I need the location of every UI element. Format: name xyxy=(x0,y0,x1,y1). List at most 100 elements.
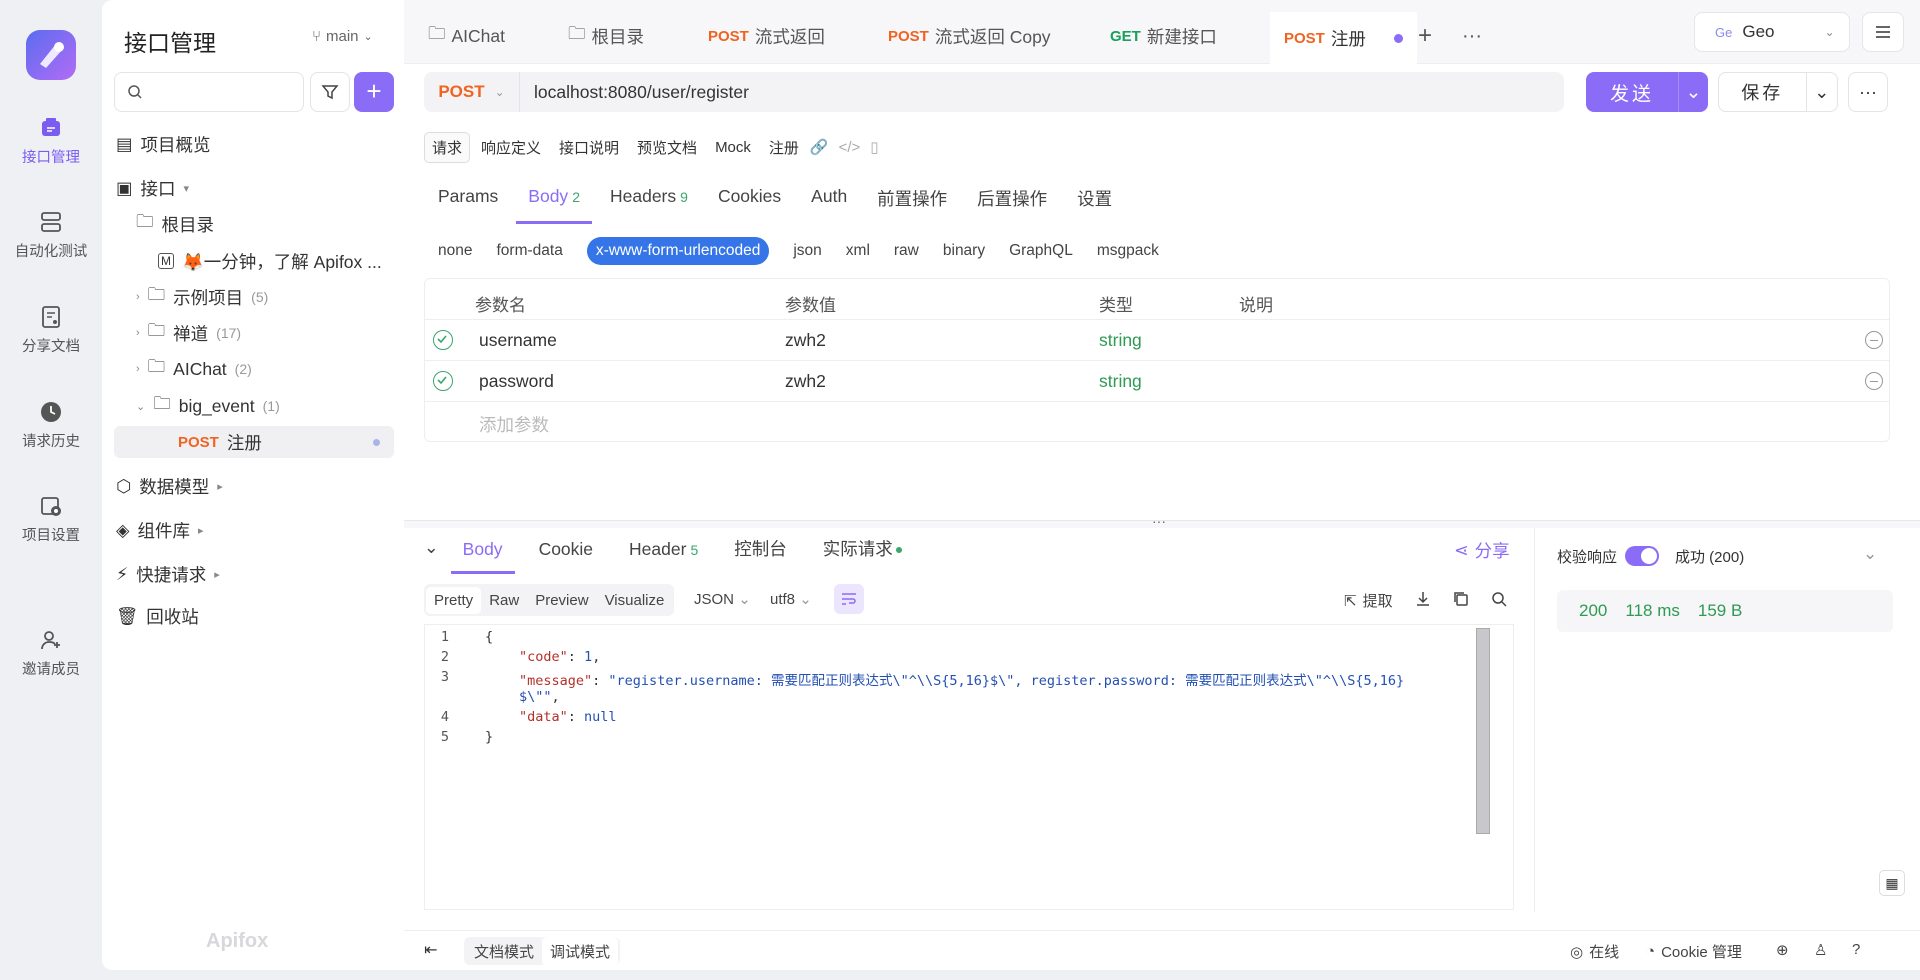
tab-settings[interactable]: 设置 xyxy=(1077,186,1112,222)
resp-tab-header[interactable]: Header 5 xyxy=(629,536,698,574)
method-select[interactable]: POST ⌄ xyxy=(424,72,520,112)
environment-select[interactable]: Ge Geo ⌄ xyxy=(1694,12,1850,52)
tab-params[interactable]: Params xyxy=(438,186,498,222)
branch-selector[interactable]: ⑂ main ⌄ xyxy=(312,28,373,45)
response-body-editor[interactable]: 1 2 3 4 5 { "code": 1, "message": "regis… xyxy=(424,624,1514,910)
tab-stream[interactable]: POST 流式返回 xyxy=(708,16,825,56)
wrap-lines-button[interactable] xyxy=(834,584,864,614)
link-icon[interactable]: 🔗 xyxy=(810,138,829,156)
tree-item-root[interactable]: 🗀 根目录 xyxy=(136,208,214,240)
extract-button[interactable]: ⇱ 提取 xyxy=(1344,590,1393,611)
filter-button[interactable] xyxy=(310,72,350,112)
panel-divider[interactable]: ··· xyxy=(404,513,1920,529)
send-dropdown[interactable]: ⌄ xyxy=(1678,72,1708,112)
tree-folder[interactable]: › 🗀 示例项目 (5) xyxy=(136,281,268,313)
body-type-urlencoded[interactable]: x-www-form-urlencoded xyxy=(586,237,770,265)
tab-headers[interactable]: Headers 9 xyxy=(610,186,688,222)
remove-row-icon[interactable] xyxy=(1865,372,1883,390)
body-type-msgpack[interactable]: msgpack xyxy=(1097,242,1159,260)
add-button[interactable]: + xyxy=(354,72,394,112)
shirt-icon[interactable]: ♙ xyxy=(1814,941,1827,959)
tab-pre-ops[interactable]: 前置操作 xyxy=(877,186,947,222)
tab-cookies[interactable]: Cookies xyxy=(718,186,781,222)
code-icon[interactable]: </> xyxy=(839,139,861,156)
encoding-select[interactable]: utf8 ⌄ xyxy=(770,590,812,608)
success-label[interactable]: 成功 (200) xyxy=(1675,546,1744,567)
tree-item-quick-request[interactable]: ⚡ 快捷请求 ▸ xyxy=(116,558,220,590)
resp-tab-body[interactable]: Body xyxy=(450,536,515,574)
tree-item-overview[interactable]: ▤ 项目概览 xyxy=(116,128,211,160)
rail-item-settings[interactable]: 项目设置 xyxy=(0,494,102,545)
url-input[interactable]: localhost:8080/user/register xyxy=(520,82,749,103)
help-icon[interactable]: ? xyxy=(1852,941,1860,958)
rail-item-history[interactable]: 请求历史 xyxy=(0,400,102,451)
mode-doc[interactable]: 文档模式 xyxy=(466,937,542,966)
chevron-down-icon[interactable]: ⌄ xyxy=(1863,544,1877,564)
panel-icon[interactable]: ▯ xyxy=(870,138,878,156)
share-button[interactable]: ⋖ 分享 xyxy=(1454,538,1510,563)
add-param-input[interactable]: 添加参数 xyxy=(479,412,549,437)
subtab-mock[interactable]: Mock xyxy=(708,135,758,160)
subtab-response-def[interactable]: 响应定义 xyxy=(474,133,548,162)
rail-item-share-doc[interactable]: 分享文档 xyxy=(0,305,102,356)
tree-item-components[interactable]: ◈ 组件库 ▸ xyxy=(116,514,204,546)
remove-row-icon[interactable] xyxy=(1865,331,1883,349)
body-type-binary[interactable]: binary xyxy=(943,242,985,260)
tab-body[interactable]: Body 2 xyxy=(516,186,592,224)
param-type[interactable]: string xyxy=(1099,330,1142,351)
upload-icon[interactable]: ⊕ xyxy=(1776,941,1789,959)
body-type-graphql[interactable]: GraphQL xyxy=(1009,242,1073,260)
rail-item-api[interactable]: 接口管理 xyxy=(0,116,102,167)
check-circle-icon[interactable] xyxy=(433,371,453,391)
tab-auth[interactable]: Auth xyxy=(811,186,847,222)
collapse-sidebar-icon[interactable]: ⇤ xyxy=(424,940,437,960)
body-type-none[interactable]: none xyxy=(438,242,472,260)
param-type[interactable]: string xyxy=(1099,371,1142,392)
tab-aichat[interactable]: 🗀 AIChat xyxy=(428,16,505,56)
check-circle-icon[interactable] xyxy=(433,330,453,350)
tree-item-trash[interactable]: 🗑 回收站 xyxy=(116,600,199,632)
resp-tab-console[interactable]: 控制台 xyxy=(734,536,787,574)
format-pretty[interactable]: Pretty xyxy=(426,586,482,614)
save-dropdown[interactable]: ⌄ xyxy=(1805,73,1837,111)
api-name[interactable]: 注册 xyxy=(762,133,806,162)
editor-scrollbar[interactable] xyxy=(1476,628,1490,834)
resp-tab-cookie[interactable]: Cookie xyxy=(539,536,593,574)
mode-debug[interactable]: 调试模式 xyxy=(542,936,619,966)
subtab-request[interactable]: 请求 xyxy=(424,131,471,163)
online-status[interactable]: ◎ 在线 xyxy=(1570,941,1619,962)
layout-icon[interactable]: ▦ xyxy=(1879,870,1905,896)
param-value[interactable]: zwh2 xyxy=(785,371,826,392)
param-name[interactable]: username xyxy=(479,330,557,351)
tab-stream-copy[interactable]: POST 流式返回 Copy xyxy=(888,16,1051,56)
rail-item-automation[interactable]: 自动化测试 xyxy=(0,210,102,261)
search-icon[interactable] xyxy=(1490,590,1508,608)
param-value[interactable]: zwh2 xyxy=(785,330,826,351)
verify-toggle[interactable] xyxy=(1625,546,1659,566)
cookie-manager[interactable]: ◔ Cookie 管理 xyxy=(1646,941,1742,962)
new-tab-button[interactable]: + xyxy=(1418,16,1432,56)
format-visualize[interactable]: Visualize xyxy=(597,587,673,614)
body-type-raw[interactable]: raw xyxy=(894,242,919,260)
language-select[interactable]: JSON ⌄ xyxy=(694,590,751,608)
tree-folder[interactable]: › 🗀 禅道 (17) xyxy=(136,317,241,349)
tab-more-button[interactable]: ··· xyxy=(1462,16,1482,56)
tree-search-input[interactable] xyxy=(114,72,304,112)
tree-folder[interactable]: › 🗀 AIChat (2) xyxy=(136,353,252,385)
tab-register[interactable]: POST 注册 xyxy=(1270,12,1417,64)
body-type-json[interactable]: json xyxy=(793,242,821,260)
collapse-icon[interactable]: ⌄ xyxy=(424,536,439,574)
tree-item-intro[interactable]: M 🦊一分钟，了解 Apifox ... xyxy=(158,245,382,277)
rail-item-invite[interactable]: 邀请成员 xyxy=(0,628,102,679)
tab-post-ops[interactable]: 后置操作 xyxy=(977,186,1047,222)
copy-icon[interactable] xyxy=(1452,590,1470,608)
format-raw[interactable]: Raw xyxy=(481,587,527,614)
save-button[interactable]: 保存 ⌄ xyxy=(1718,72,1838,112)
body-type-xml[interactable]: xml xyxy=(846,242,870,260)
download-icon[interactable] xyxy=(1414,590,1432,608)
drag-handle-icon[interactable]: ··· xyxy=(1152,513,1166,529)
tree-item-data-model[interactable]: ⬡ 数据模型 ▸ xyxy=(116,470,223,502)
subtab-api-doc[interactable]: 接口说明 xyxy=(552,133,626,162)
tab-root[interactable]: 🗀 根目录 xyxy=(568,16,644,56)
param-name[interactable]: password xyxy=(479,371,554,392)
